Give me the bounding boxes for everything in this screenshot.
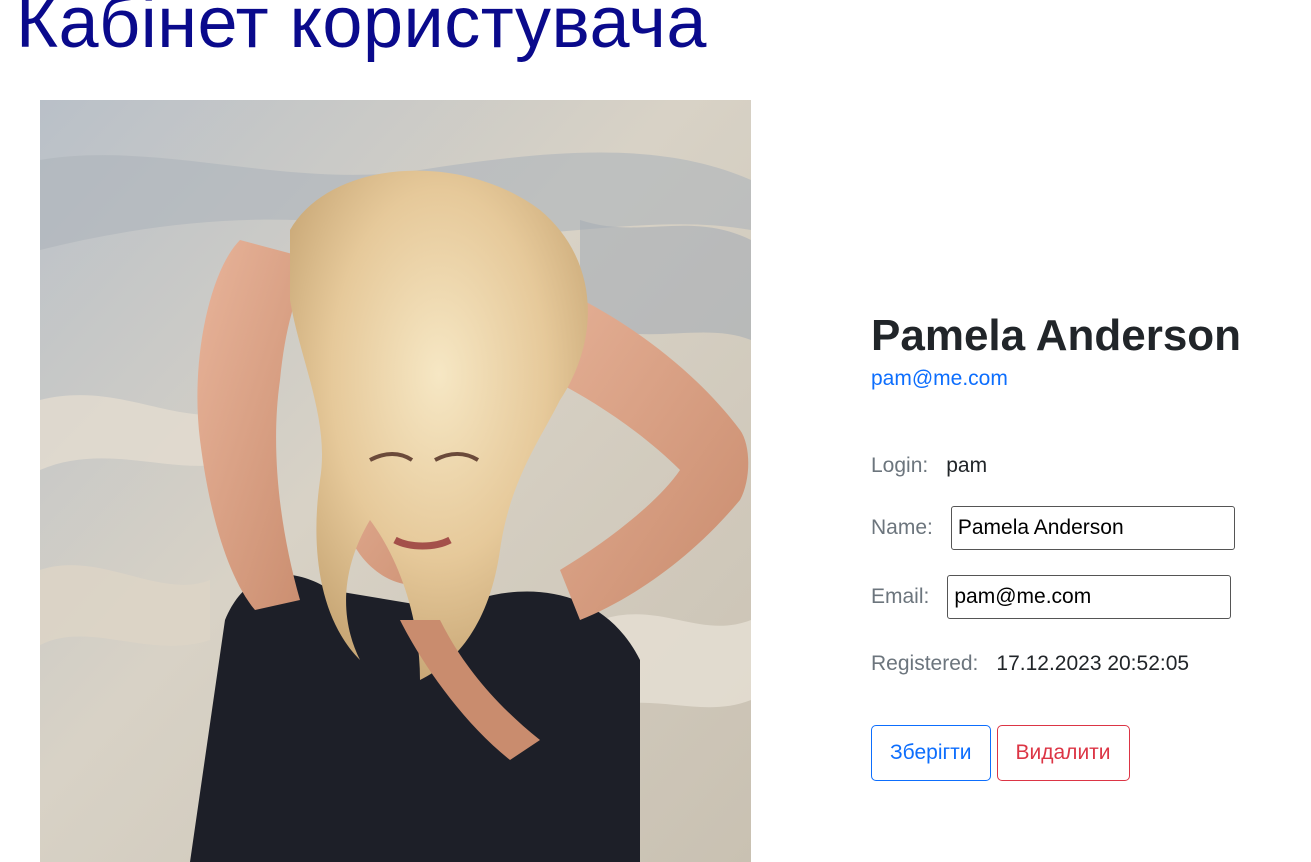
email-input[interactable]: [947, 575, 1232, 619]
profile-name: Pamela Anderson: [871, 311, 1242, 360]
email-label: Email:: [871, 585, 930, 608]
profile-panel: Pamela Anderson pam@me.com Login: pam Na…: [871, 300, 1291, 781]
login-value: pam: [946, 454, 988, 477]
registered-row: Registered: 17.12.2023 20:52:05: [871, 648, 1189, 680]
profile-email-link[interactable]: pam@me.com: [871, 364, 1008, 394]
email-row: Email:: [871, 575, 1232, 619]
user-cabinet-page: Кабінет користувача Pamela Anderson pam@…: [0, 0, 1311, 862]
profile-photo: [40, 100, 751, 862]
page-title: Кабінет користувача: [16, 0, 707, 63]
save-button[interactable]: Зберігти: [871, 725, 991, 781]
registered-label: Registered:: [871, 652, 979, 675]
name-row: Name:: [871, 506, 1235, 550]
delete-button[interactable]: Видалити: [996, 725, 1130, 781]
action-buttons: Зберігти Видалити: [871, 725, 1130, 781]
login-row: Login: pam: [871, 450, 987, 482]
login-label: Login:: [871, 454, 929, 477]
name-input[interactable]: [950, 506, 1235, 550]
registered-value: 17.12.2023 20:52:05: [996, 652, 1190, 675]
name-label: Name:: [871, 516, 933, 539]
